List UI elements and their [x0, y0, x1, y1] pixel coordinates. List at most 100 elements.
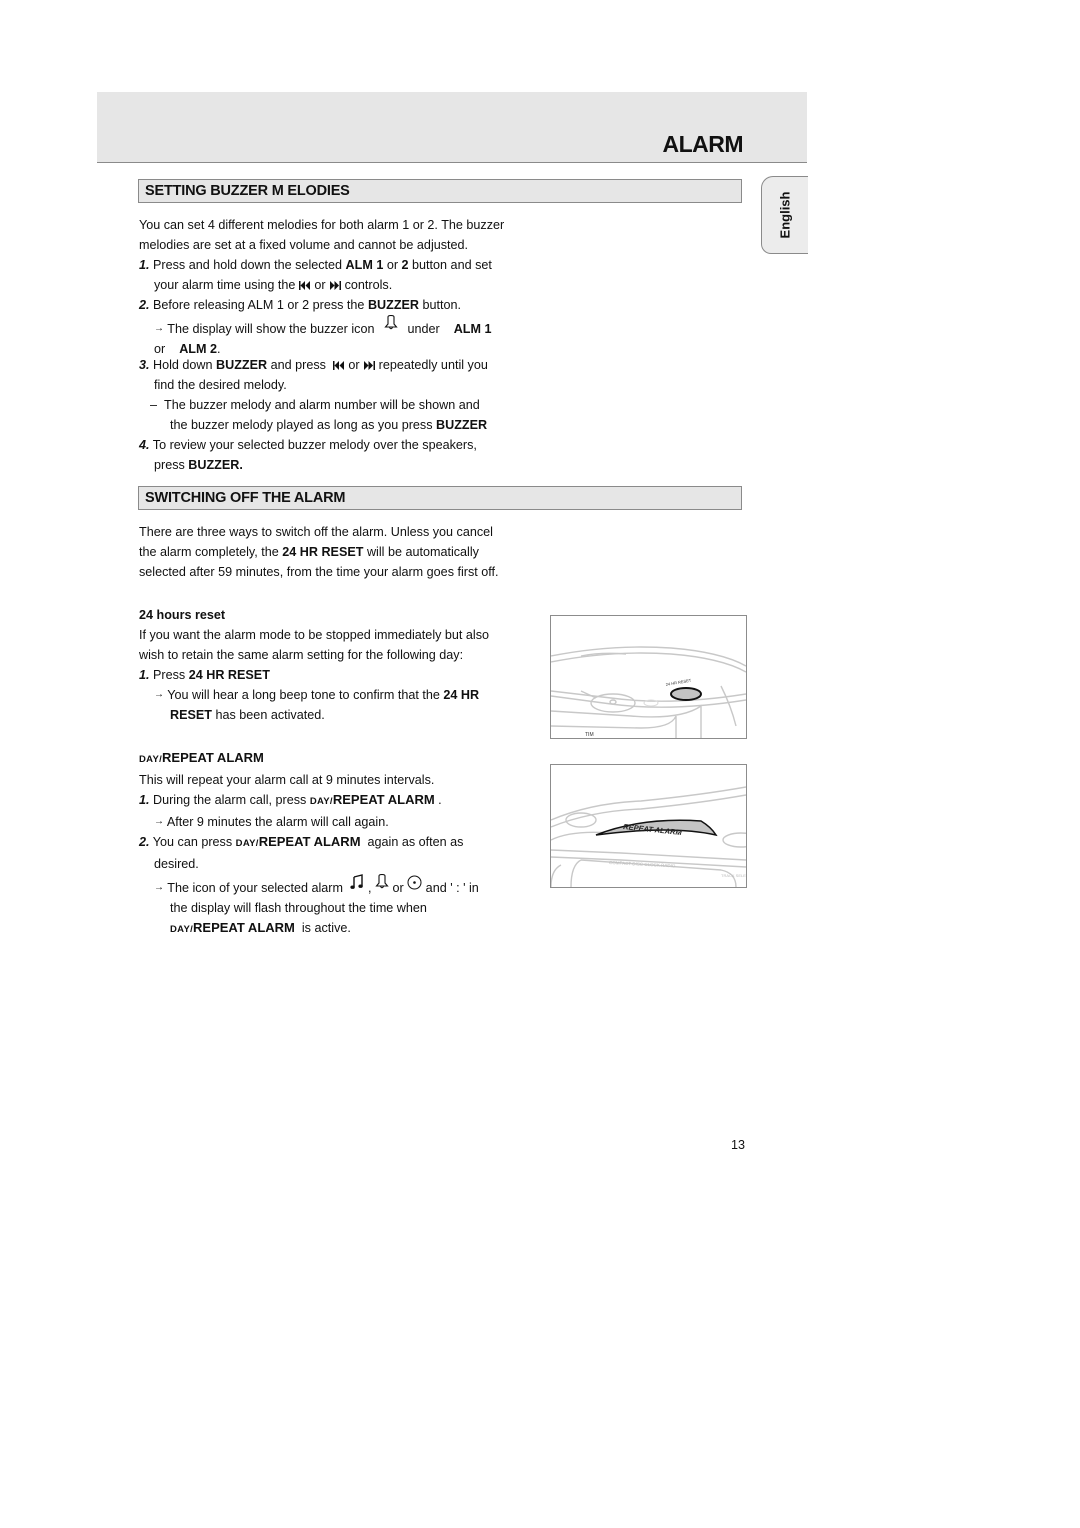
24hr-reset-label: 24 HR RESET [188, 668, 270, 682]
fig2-track-label: TRACK SELECT [721, 873, 746, 878]
text: The display will show the buzzer icon [167, 322, 378, 336]
text: You can press [152, 835, 236, 849]
subsection-heading: REPEAT ALARM [162, 750, 264, 765]
reset-label: RESET [170, 708, 212, 722]
prev-track-icon [298, 281, 310, 291]
buzzer-label: BUZZER. [188, 458, 243, 472]
arrow-icon: → [154, 689, 164, 700]
arrow-icon: → [154, 323, 164, 334]
buzzer-intro: You can set 4 different melodies for bot… [139, 215, 504, 255]
next-track-icon [364, 361, 376, 371]
text: is active. [294, 921, 351, 935]
step-number: 1. [139, 668, 150, 682]
buzzer-step-3: 3. Hold down BUZZER and press or repeate… [139, 355, 488, 435]
buzzer-step-1: 1. Press and hold down the selected ALM … [139, 255, 492, 295]
text: your alarm time using the [154, 278, 299, 292]
step-number: 1. [139, 793, 150, 807]
day-label: DAY/ [235, 838, 259, 849]
text: You will hear a long beep tone to confir… [167, 688, 444, 702]
text: Before releasing ALM 1 or 2 press the [153, 298, 368, 312]
text: or [383, 258, 402, 272]
text: . [216, 342, 221, 356]
bell-icon [375, 874, 389, 889]
text: under [403, 322, 444, 336]
buzzer-label: BUZZER [216, 358, 268, 372]
text: During the alarm call, press [153, 793, 310, 807]
text: repeatedly until you [375, 358, 488, 372]
step-number: 1. [139, 258, 150, 272]
paragraph-line: desired. [154, 857, 199, 871]
text: has been activated. [212, 708, 325, 722]
text: button. [419, 298, 462, 312]
paragraph-line: This will repeat your alarm call at 9 mi… [139, 773, 435, 787]
section-heading-switch-off: SWITCHING OFF THE ALARM [138, 486, 742, 510]
text: press [154, 458, 189, 472]
step-number: 2. [139, 298, 150, 312]
day-label: DAY/ [139, 754, 163, 765]
subsection-heading: 24 hours reset [139, 608, 226, 622]
text: Press and hold down the selected [153, 258, 346, 272]
fig2-panel-label: COMPACT DISC CLOCK RADIO [609, 860, 676, 868]
paragraph-line: find the desired melody. [154, 378, 287, 392]
day-label: DAY/ [170, 924, 194, 935]
page-title: ALARM [662, 131, 743, 157]
buzzer-label: BUZZER [436, 418, 488, 432]
paragraph-line: the display will flash throughout the ti… [170, 901, 427, 915]
section-heading-buzzer: SETTING BUZZER M ELODIES [138, 179, 742, 203]
paragraph-line: If you want the alarm mode to be stopped… [139, 628, 490, 642]
text: To review your selected buzzer melody ov… [152, 438, 477, 452]
arrow-icon: → [154, 882, 164, 893]
figure-repeat-alarm: REPEAT ALARM COMPACT DISC CLOCK RADIO TR… [550, 764, 747, 888]
text: the alarm completely, the [139, 545, 283, 559]
step-number: 4. [139, 438, 150, 452]
alm2-label: ALM 2 [179, 342, 217, 356]
music-note-icon [350, 874, 364, 889]
alm1-label: ALM 1 [345, 258, 384, 272]
text: button and set [408, 258, 492, 272]
paragraph-line: There are three ways to switch off the a… [139, 525, 493, 539]
text: After 9 minutes the alarm will call agai… [166, 815, 389, 829]
next-track-icon [330, 281, 342, 291]
buzzer-step-4: 4. To review your selected buzzer melody… [139, 435, 477, 475]
alm1-label: ALM 1 [453, 322, 492, 336]
buzzer-label: BUZZER [367, 298, 420, 312]
arrow-icon: → [154, 816, 164, 827]
fig1-label: TIM [585, 732, 594, 738]
repeat-subsection: DAY/REPEAT ALARM This will repeat your a… [139, 748, 479, 940]
repeat-alarm-label: REPEAT ALARM [332, 792, 435, 807]
prev-track-icon [332, 361, 344, 371]
device-illustration-reset: 24 HR RESET TIM [551, 646, 746, 738]
dash-bullet: – [150, 398, 158, 412]
text: controls. [341, 278, 393, 292]
repeat-alarm-label: REPEAT ALARM [193, 920, 295, 935]
reset-subsection: 24 hours reset If you want the alarm mod… [139, 605, 489, 725]
text: or [344, 358, 364, 372]
svg-text:24 HR RESET: 24 HR RESET [665, 677, 692, 686]
step-number: 2. [139, 835, 150, 849]
device-illustration-repeat: REPEAT ALARM COMPACT DISC CLOCK RADIO TR… [551, 786, 746, 887]
language-label: English [777, 191, 793, 239]
repeat-alarm-label: REPEAT ALARM [258, 834, 361, 849]
text: the buzzer melody played as long as you … [170, 418, 437, 432]
text: The buzzer melody and alarm number will … [164, 398, 480, 412]
text: , [364, 881, 375, 895]
alm2-label: 2 [401, 258, 409, 272]
page-header: ALARM [97, 92, 807, 163]
radio-dot-icon [407, 875, 422, 890]
text: and press [267, 358, 330, 372]
paragraph-line: selected after 59 minutes, from the time… [139, 565, 499, 579]
text: Press [153, 668, 189, 682]
page-number: 13 [731, 1138, 746, 1152]
bell-icon [384, 315, 398, 330]
text: . [434, 793, 442, 807]
section-heading-text: SWITCHING OFF THE ALARM [145, 490, 346, 506]
text: or [154, 342, 169, 356]
text: again as often as [360, 835, 464, 849]
text: will be automatically [363, 545, 479, 559]
paragraph-line: You can set 4 different melodies for bot… [139, 218, 505, 232]
paragraph-line: wish to retain the same alarm setting fo… [139, 648, 464, 662]
text: or [310, 278, 330, 292]
text: Hold down [153, 358, 217, 372]
language-tab: English [761, 176, 808, 254]
figure-24hr-reset: 24 HR RESET TIM [550, 615, 747, 739]
